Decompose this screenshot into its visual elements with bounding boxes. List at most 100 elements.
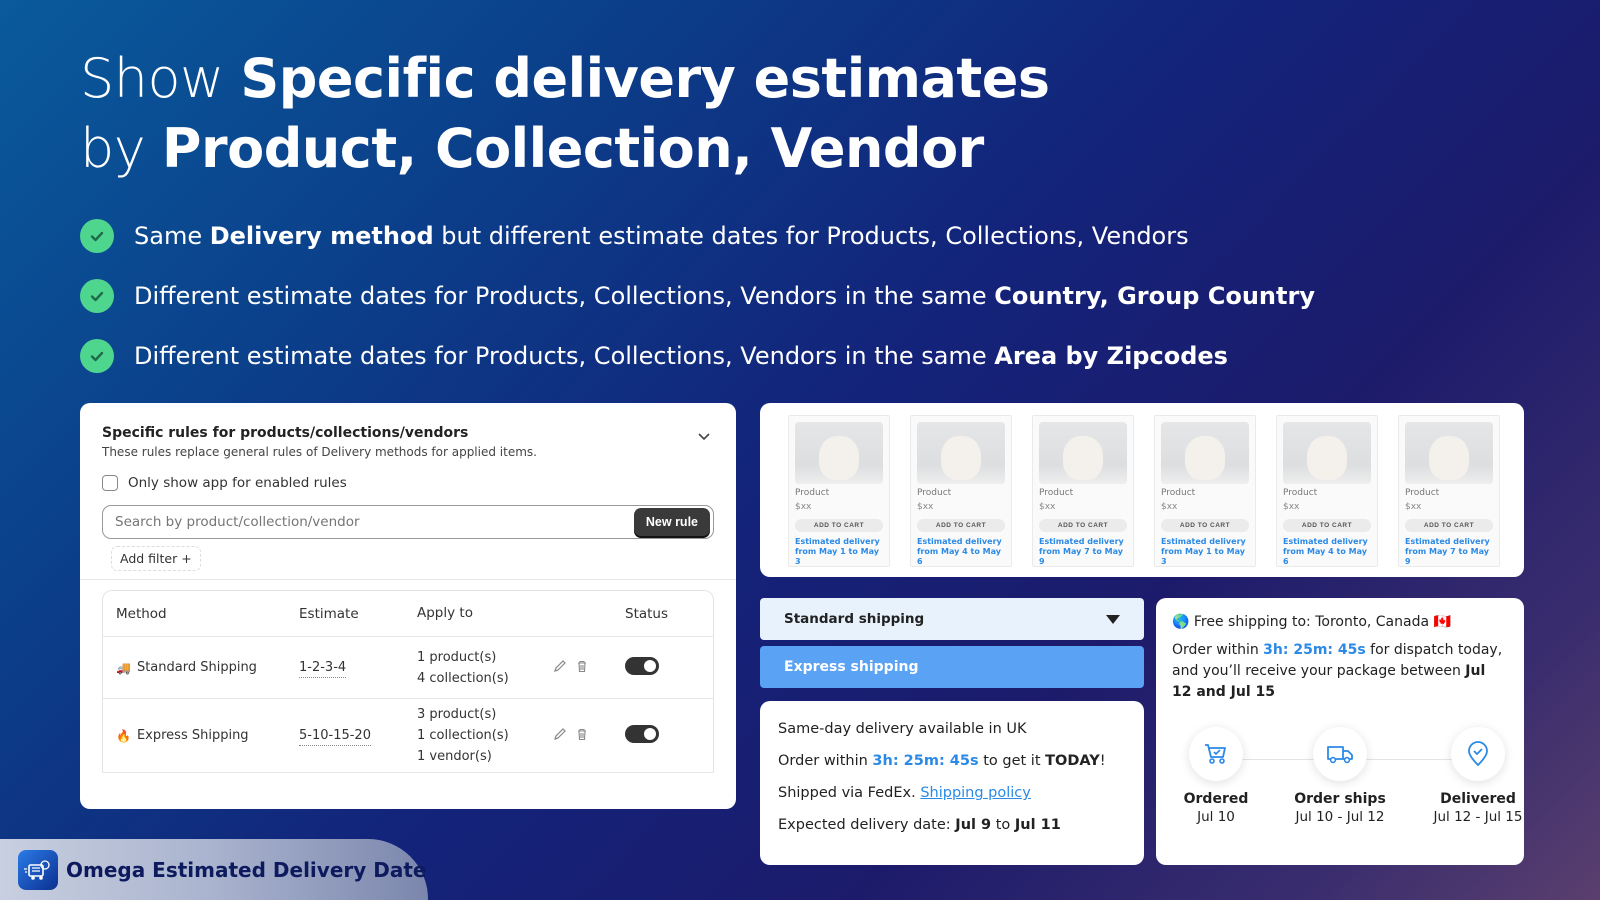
location-check-icon — [1451, 727, 1505, 781]
free-shipping-line: 🌎 Free shipping to: Toronto, Canada 🇨🇦 — [1172, 614, 1451, 630]
col-estimate: Estimate — [299, 605, 359, 622]
add-to-cart-button[interactable]: ADD TO CART — [1161, 519, 1249, 532]
truck-icon: 🚚 — [116, 660, 131, 675]
delivery-estimate: Estimated delivery from May 4 to May 6 — [1283, 537, 1368, 566]
shipping-policy-link[interactable]: Shipping policy — [920, 785, 1031, 801]
add-to-cart-button[interactable]: ADD TO CART — [1039, 519, 1127, 532]
product-image[interactable] — [1161, 422, 1249, 484]
add-to-cart-button[interactable]: ADD TO CART — [1283, 519, 1371, 532]
product-image[interactable] — [917, 422, 1005, 484]
selected-shipping: Standard shipping — [784, 611, 925, 627]
delivery-estimate: Estimated delivery from May 7 to May 9 — [1039, 537, 1124, 566]
edit-icon[interactable] — [553, 659, 567, 677]
check-icon — [80, 339, 114, 373]
estimate-value[interactable]: 1-2-3-4 — [299, 660, 347, 678]
hero-line1-light: Show — [80, 47, 241, 110]
status-toggle[interactable] — [625, 656, 659, 675]
order-timer-line: Order within 3h: 25m: 45s to get it TODA… — [778, 753, 1106, 769]
delivery-estimate: Estimated delivery from May 4 to May 6 — [917, 537, 1002, 566]
delivery-estimate: Estimated delivery from May 7 to May 9 — [1405, 537, 1490, 566]
feature-text: Different estimate dates for Products, C… — [134, 342, 1228, 370]
new-rule-button[interactable]: New rule — [633, 508, 710, 536]
hero-title: Show Specific delivery estimates by Prod… — [80, 44, 1050, 184]
hero-line1-bold: Specific delivery estimates — [240, 47, 1050, 110]
edit-icon[interactable] — [553, 727, 567, 745]
feature-item: Same Delivery method but different estim… — [80, 206, 1315, 266]
fire-icon: 🔥 — [116, 728, 131, 743]
specific-rules-panel: Specific rules for products/collections/… — [80, 403, 736, 809]
timeline-step-ordered: Ordered Jul 10 — [1146, 727, 1286, 825]
check-icon — [80, 279, 114, 313]
search-bar: New rule — [102, 505, 714, 539]
delivery-estimate: Estimated delivery from May 1 to May 3 — [795, 537, 880, 566]
table-row: 🚚 Standard Shipping 1-2-3-4 1 product(s) … — [103, 637, 713, 699]
product-image[interactable] — [1283, 422, 1371, 484]
panel-title: Specific rules for products/collections/… — [102, 425, 469, 441]
app-name: Omega Estimated Delivery Date — [66, 857, 427, 882]
product-card: Product $xx ADD TO CART Estimated delivery f… — [1032, 415, 1134, 567]
free-shipping-box: 🌎 Free shipping to: Toronto, Canada 🇨🇦 O… — [1156, 598, 1524, 865]
cart-icon — [1189, 727, 1243, 781]
same-day-delivery-box: Same-day delivery available in UK Order … — [760, 701, 1144, 865]
dispatch-message: Order within 3h: 25m: 45s for dispatch t… — [1172, 642, 1503, 700]
col-status: Status — [625, 605, 669, 622]
rules-table: Method Estimate Apply to Status 🚚 Standar… — [102, 590, 714, 773]
timeline-step-delivered: Delivered Jul 12 - Jul 15 — [1408, 727, 1548, 825]
method-name: Standard Shipping — [136, 660, 257, 675]
delivery-estimate: Estimated delivery from May 1 to May 3 — [1161, 537, 1246, 566]
estimate-value[interactable]: 5-10-15-20 — [299, 728, 371, 746]
hero-line2-bold: Product, Collection, Vendor — [161, 117, 984, 180]
product-image[interactable] — [795, 422, 883, 484]
brand-badge: Omega Estimated Delivery Date — [0, 839, 428, 900]
product-card: Product $xx ADD TO CART Estimated delivery f… — [1154, 415, 1256, 567]
enabled-rules-checkbox[interactable] — [102, 475, 118, 491]
checkbox-label: Only show app for enabled rules — [128, 475, 347, 491]
method-name: Express Shipping — [136, 728, 249, 743]
product-image[interactable] — [1039, 422, 1127, 484]
product-card: Product $xx ADD TO CART Estimated delivery f… — [788, 415, 890, 567]
table-header: Method Estimate Apply to Status — [103, 591, 713, 637]
add-filter-button[interactable]: Add filter + — [111, 546, 201, 571]
feature-list: Same Delivery method but different estim… — [80, 206, 1315, 386]
product-image[interactable] — [1405, 422, 1493, 484]
table-row: 🔥 Express Shipping 5-10-15-20 3 product(s… — [103, 699, 713, 773]
feature-text: Same Delivery method but different estim… — [134, 222, 1189, 250]
feature-text: Different estimate dates for Products, C… — [134, 282, 1315, 310]
shipping-option-express[interactable]: Express shipping — [760, 646, 1144, 688]
delete-icon[interactable] — [575, 727, 589, 745]
canada-flag-icon: 🇨🇦 — [1433, 614, 1451, 630]
same-day-line: Same-day delivery available in UK — [778, 721, 1027, 737]
countdown-timer: 3h: 25m: 45s — [872, 753, 979, 769]
feature-item: Different estimate dates for Products, C… — [80, 266, 1315, 326]
apply-to: 1 product(s) 4 collection(s) — [417, 649, 509, 686]
timeline-step-ships: Order ships Jul 10 - Jul 12 — [1270, 727, 1410, 825]
shipping-method-select[interactable]: Standard shipping — [760, 598, 1144, 640]
add-to-cart-button[interactable]: ADD TO CART — [1405, 519, 1493, 532]
app-logo-icon — [18, 849, 58, 890]
dropdown-arrow-icon — [1106, 614, 1120, 624]
carrier-line: Shipped via FedEx. Shipping policy — [778, 785, 1031, 801]
countdown-timer: 3h: 25m: 45s — [1263, 642, 1366, 658]
product-card: Product $xx ADD TO CART Estimated delivery f… — [1398, 415, 1500, 567]
col-method: Method — [116, 605, 167, 622]
chevron-down-icon[interactable] — [698, 429, 710, 445]
status-toggle[interactable] — [625, 724, 659, 743]
divider — [80, 579, 736, 580]
delete-icon[interactable] — [575, 659, 589, 677]
enabled-rules-checkbox-row[interactable]: Only show app for enabled rules — [102, 475, 714, 491]
expected-date-line: Expected delivery date: Jul 9 to Jul 11 — [778, 817, 1061, 833]
hero-line2-light: by — [80, 117, 162, 180]
globe-icon: 🌎 — [1172, 614, 1190, 630]
add-to-cart-button[interactable]: ADD TO CART — [795, 519, 883, 532]
add-to-cart-button[interactable]: ADD TO CART — [917, 519, 1005, 532]
truck-icon — [1313, 727, 1367, 781]
product-card: Product $xx ADD TO CART Estimated delivery f… — [1276, 415, 1378, 567]
search-input[interactable] — [115, 514, 634, 530]
panel-subtitle: These rules replace general rules of Del… — [102, 445, 537, 459]
apply-to: 3 product(s) 1 collection(s) 1 vendor(s) — [417, 707, 509, 764]
product-grid: Product $xx ADD TO CART Estimated delivery f… — [760, 403, 1524, 577]
product-card: Product $xx ADD TO CART Estimated delivery f… — [910, 415, 1012, 567]
col-apply-to: Apply to — [417, 605, 473, 621]
delivery-timeline: Ordered Jul 10 Order ships Jul 10 - Jul … — [1172, 727, 1522, 837]
feature-item: Different estimate dates for Products, C… — [80, 326, 1315, 386]
